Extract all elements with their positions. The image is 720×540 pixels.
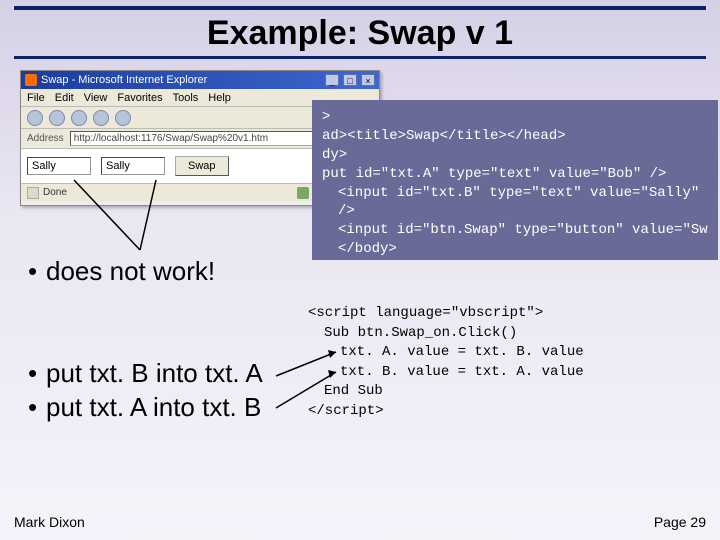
code-line: <script language="vbscript"> [308, 304, 696, 324]
menu-view[interactable]: View [84, 92, 108, 104]
address-label: Address [27, 133, 64, 144]
txt-a-field[interactable]: Sally [27, 157, 91, 175]
footer-author: Mark Dixon [14, 514, 85, 530]
code-line: End Sub [308, 382, 696, 402]
window-title: Swap - Microsoft Internet Explorer [41, 71, 207, 89]
menu-edit[interactable]: Edit [55, 92, 74, 104]
slide-title: Example: Swap v 1 [0, 14, 720, 53]
menu-tools[interactable]: Tools [173, 92, 199, 104]
status-done: Done [43, 187, 67, 198]
code-line: <input id="txt.B" type="text" value="Sal… [322, 184, 708, 222]
code-line: Sub btn.Swap_on.Click() [308, 324, 696, 344]
code-line: dy> [322, 146, 708, 165]
code-line: txt. B. value = txt. A. value [308, 363, 696, 383]
bullet-2-text: put txt. B into txt. A [46, 358, 263, 388]
top-rule [14, 6, 706, 10]
code-line: put id="txt.A" type="text" value="Bob" /… [322, 165, 708, 184]
code-line: > [322, 108, 708, 127]
browser-titlebar: Swap - Microsoft Internet Explorer _ □ × [21, 71, 379, 89]
zone-icon [297, 187, 309, 199]
minimize-button[interactable]: _ [325, 74, 339, 86]
bullet-1: •does not work! [28, 256, 215, 287]
home-icon[interactable] [115, 110, 131, 126]
ie-icon [25, 74, 37, 86]
menu-file[interactable]: File [27, 92, 45, 104]
back-icon[interactable] [27, 110, 43, 126]
footer-page: Page 29 [654, 514, 706, 530]
bullet-3-text: put txt. A into txt. B [46, 392, 261, 422]
forward-icon[interactable] [49, 110, 65, 126]
slide: Example: Swap v 1 Swap - Microsoft Inter… [0, 0, 720, 540]
refresh-icon[interactable] [93, 110, 109, 126]
menu-help[interactable]: Help [208, 92, 231, 104]
code-line: ad><title>Swap</title></head> [322, 127, 708, 146]
txt-b-field[interactable]: Sally [101, 157, 165, 175]
close-button[interactable]: × [361, 74, 375, 86]
stop-icon[interactable] [71, 110, 87, 126]
code-line: <input id="btn.Swap" type="button" value… [322, 221, 708, 240]
script-code-block: <script language="vbscript"> Sub btn.Swa… [302, 300, 702, 430]
html-code-block: > ad><title>Swap</title></head> dy> put … [312, 100, 718, 260]
menu-favorites[interactable]: Favorites [117, 92, 162, 104]
doc-icon [27, 187, 39, 199]
title-underline [14, 56, 706, 59]
code-line: </script> [308, 402, 696, 422]
code-line: </body> [322, 240, 708, 259]
maximize-button[interactable]: □ [343, 74, 357, 86]
code-line: </html> [322, 259, 708, 260]
bullet-1-text: does not work! [46, 256, 215, 286]
swap-button[interactable]: Swap [175, 156, 229, 176]
code-line: txt. A. value = txt. B. value [308, 343, 696, 363]
bullet-3: •put txt. A into txt. B [28, 392, 261, 423]
bullet-2: •put txt. B into txt. A [28, 358, 263, 389]
